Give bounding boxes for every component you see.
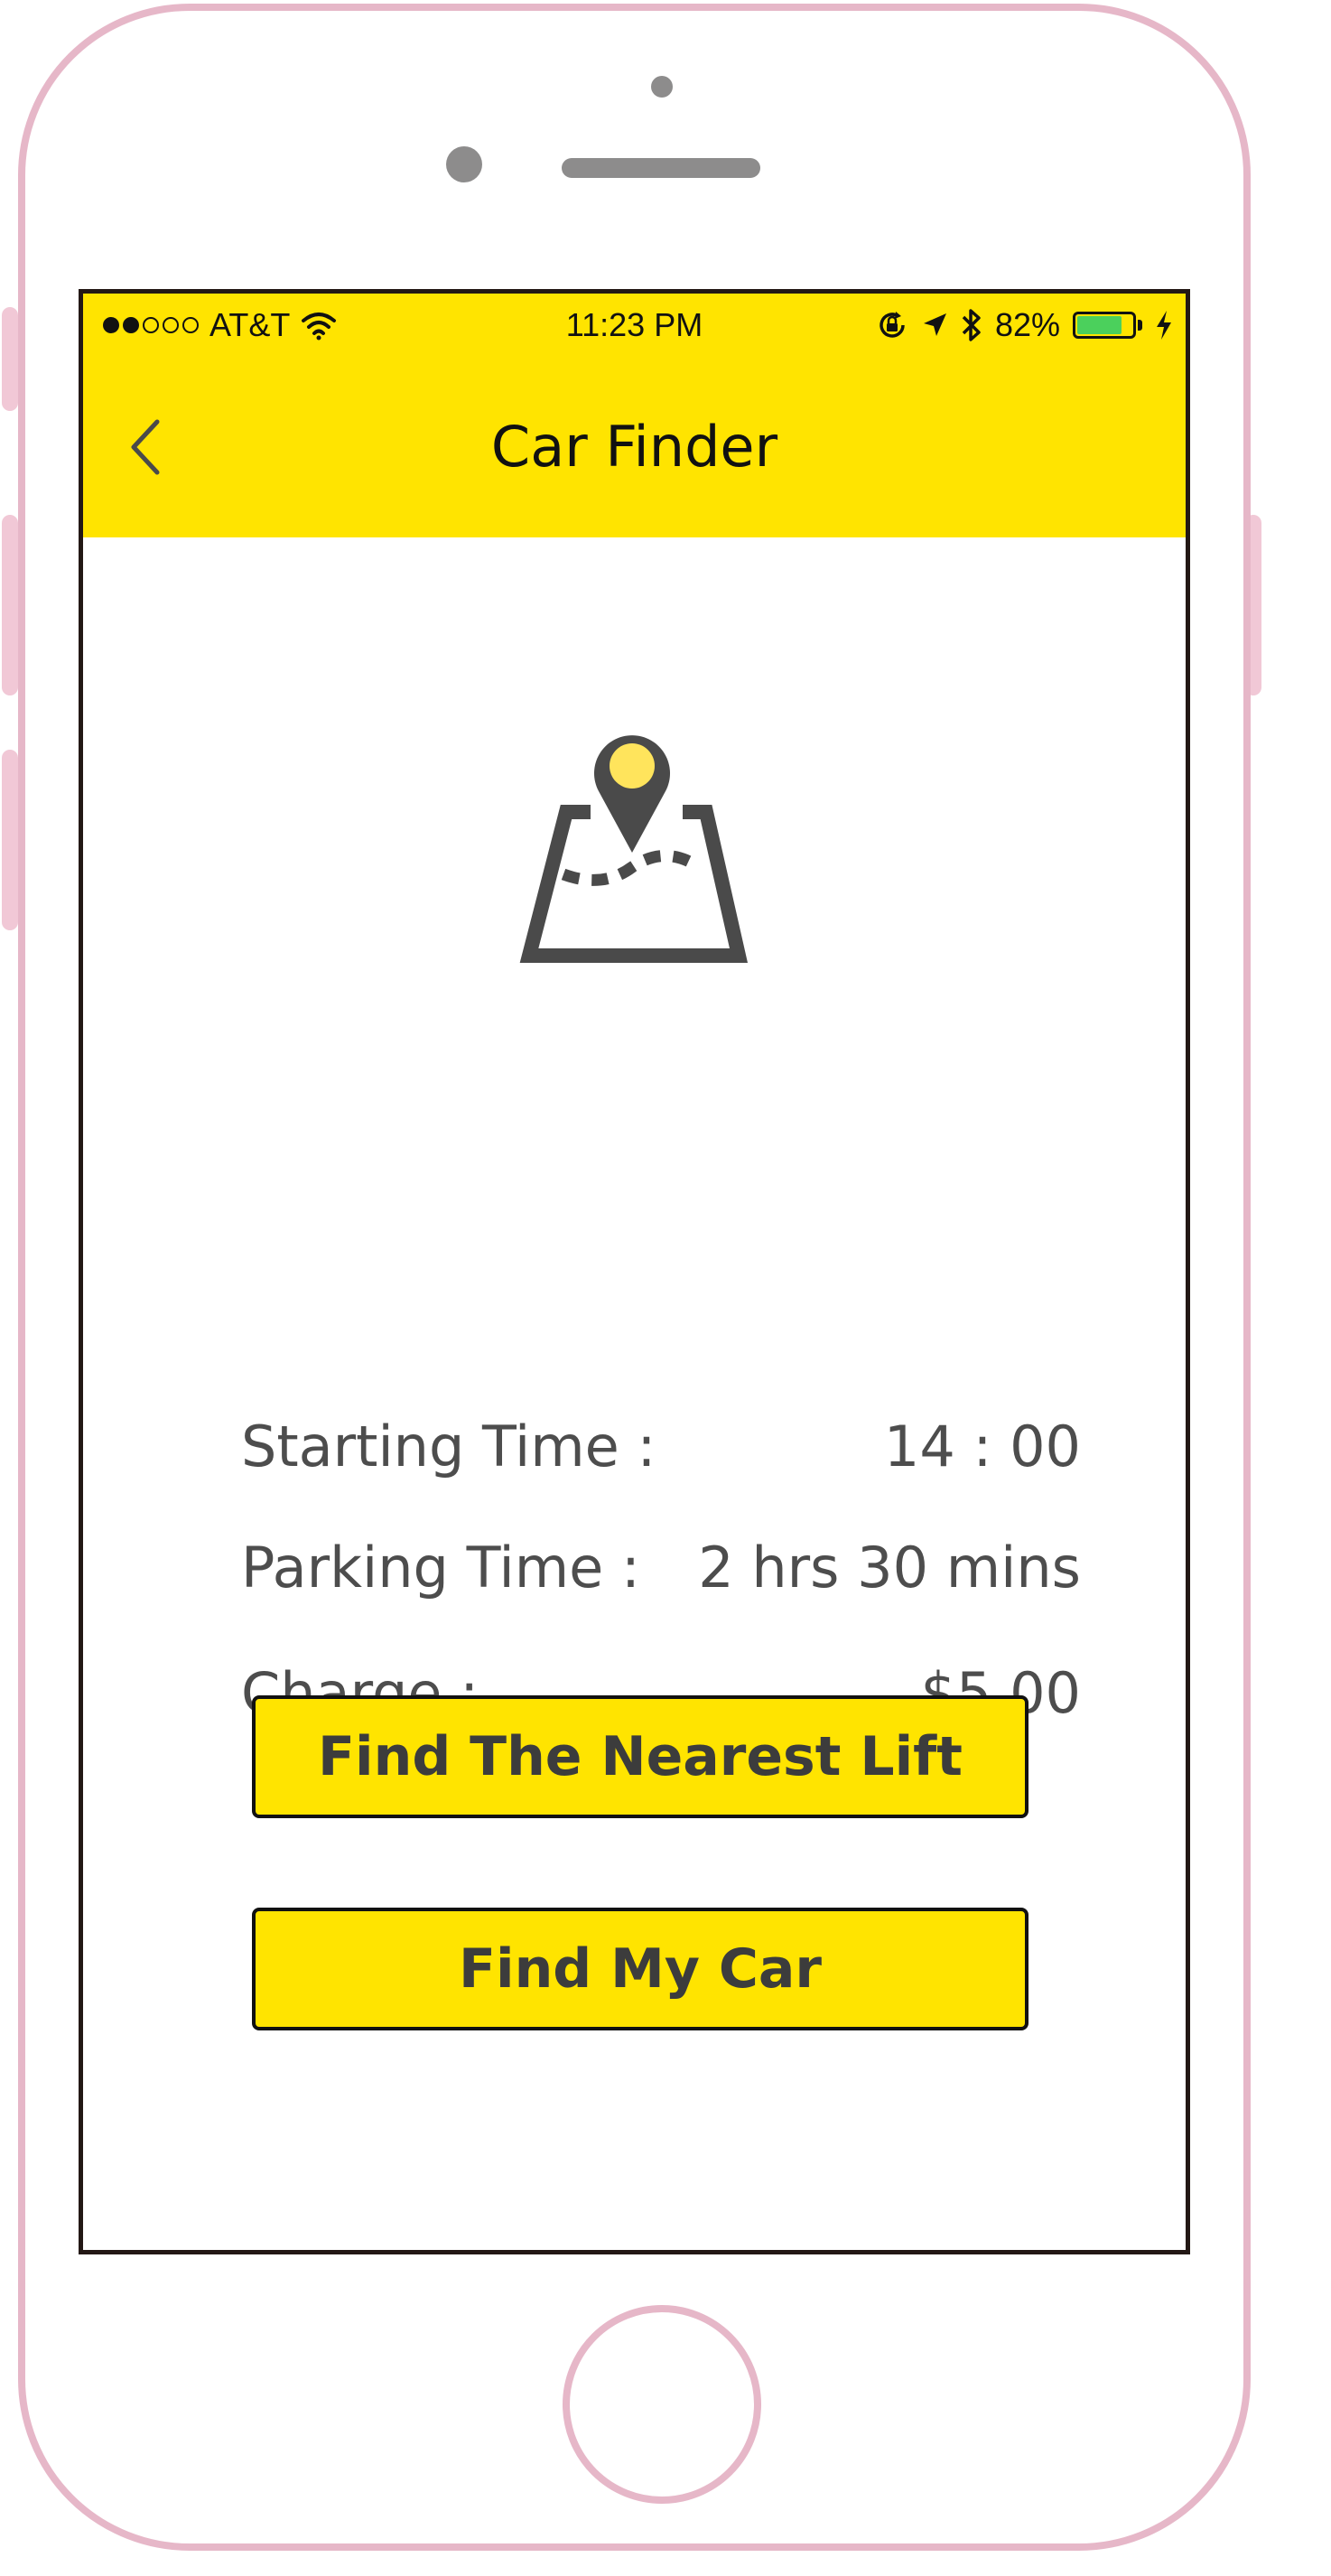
- home-button[interactable]: [563, 2305, 761, 2504]
- battery-percent: 82%: [994, 306, 1060, 343]
- find-nearest-lift-button[interactable]: Find The Nearest Lift: [252, 1695, 1028, 1818]
- mute-switch: [2, 307, 18, 411]
- proximity-sensor: [446, 146, 482, 182]
- parking-time-value: 2 hrs 30 mins: [698, 1535, 1081, 1601]
- map-pin-route-icon: [519, 735, 749, 963]
- volume-up-button: [2, 515, 18, 695]
- status-bar: AT&T 11:23 PM 82%: [83, 301, 1186, 355]
- starting-time-label: Starting Time :: [241, 1414, 656, 1479]
- orientation-lock-icon: [880, 312, 905, 338]
- status-right: 82%: [876, 306, 1173, 344]
- bluetooth-icon: [962, 309, 981, 341]
- app-screen: AT&T 11:23 PM 82% Car Finder Starting Ti…: [79, 289, 1190, 2254]
- front-camera: [651, 76, 673, 98]
- parking-time-label: Parking Time :: [241, 1535, 640, 1601]
- volume-down-button: [2, 750, 18, 930]
- header-bar: AT&T 11:23 PM 82% Car Finder: [83, 294, 1186, 537]
- earpiece-speaker: [562, 158, 760, 178]
- battery-level: [1077, 316, 1122, 334]
- charging-bolt-icon: [1157, 311, 1171, 340]
- starting-time-value: 14 : 00: [883, 1414, 1081, 1479]
- starting-time-row: Starting Time : 14 : 00: [241, 1406, 1081, 1488]
- location-arrow-icon: [923, 313, 946, 336]
- battery-icon: [1073, 312, 1136, 339]
- parking-time-row: Parking Time : 2 hrs 30 mins: [241, 1527, 1081, 1609]
- page-title: Car Finder: [490, 414, 778, 480]
- find-my-car-button[interactable]: Find My Car: [252, 1908, 1028, 2030]
- battery-tip: [1138, 320, 1142, 331]
